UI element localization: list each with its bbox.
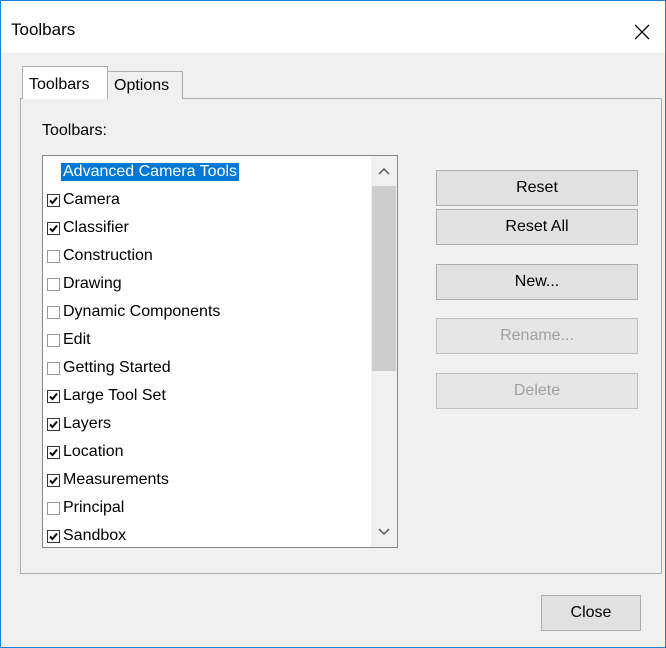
toolbars-list-label: Toolbars: (42, 122, 107, 139)
list-item-label: Sandbox (63, 527, 127, 544)
list-item[interactable]: Camera (43, 186, 370, 214)
list-item-label: Construction (63, 247, 153, 264)
reset-button[interactable]: Reset (436, 170, 638, 206)
tab-options[interactable]: Options (107, 71, 183, 99)
list-item-label: Layers (63, 415, 112, 432)
checkbox-checked-icon[interactable] (47, 389, 60, 403)
list-item-label: Camera (63, 191, 120, 208)
list-item-label: Principal (63, 499, 125, 516)
list-item[interactable]: Principal (43, 494, 370, 522)
list-item[interactable]: Drawing (43, 270, 370, 298)
new-button[interactable]: New... (436, 264, 638, 300)
list-item-label: Edit (63, 331, 91, 348)
checkbox-icon[interactable] (47, 501, 60, 515)
list-item-label: Location (63, 443, 124, 460)
scrollbar-thumb[interactable] (372, 186, 396, 371)
scroll-down-icon[interactable] (371, 519, 397, 545)
checkbox-checked-icon[interactable] (47, 445, 60, 459)
checkbox-icon[interactable] (47, 249, 60, 263)
checkbox-checked-icon[interactable] (47, 193, 60, 207)
list-item[interactable]: Large Tool Set (43, 382, 370, 410)
toolbars-list: Advanced Camera Tools Camera Classifier Con… (43, 158, 370, 547)
checkbox-icon[interactable] (47, 333, 60, 347)
toolbars-listbox[interactable]: Advanced Camera Tools Camera Classifier Con… (42, 155, 398, 548)
list-item[interactable]: Edit (43, 326, 370, 354)
list-item[interactable]: Dynamic Components (43, 298, 370, 326)
checkbox-icon[interactable] (47, 361, 60, 375)
list-item-label: Drawing (63, 275, 122, 292)
checkbox-checked-icon[interactable] (47, 529, 60, 543)
close-window-icon[interactable] (627, 17, 657, 47)
tab-toolbars[interactable]: Toolbars (22, 66, 108, 99)
list-item-label: Measurements (63, 471, 169, 488)
list-item-label: Classifier (63, 219, 129, 236)
checkbox-icon[interactable] (47, 277, 60, 291)
delete-button[interactable]: Delete (436, 373, 638, 409)
list-item[interactable]: Advanced Camera Tools (43, 158, 370, 186)
vertical-scrollbar[interactable] (371, 156, 397, 547)
rename-button[interactable]: Rename... (436, 318, 638, 354)
checkbox-icon[interactable] (47, 305, 60, 319)
list-item-label: Getting Started (63, 359, 171, 376)
reset-all-button[interactable]: Reset All (436, 209, 638, 245)
list-item-label: Dynamic Components (63, 303, 221, 320)
list-item[interactable]: Construction (43, 242, 370, 270)
list-item-label: Large Tool Set (63, 387, 166, 404)
window-title: Toolbars (11, 20, 76, 39)
checkbox-checked-icon[interactable] (47, 417, 60, 431)
list-item[interactable]: Layers (43, 410, 370, 438)
list-item-label: Advanced Camera Tools (61, 163, 240, 181)
list-item[interactable]: Getting Started (43, 354, 370, 382)
list-item[interactable]: Location (43, 438, 370, 466)
list-item[interactable]: Sandbox (43, 522, 370, 547)
checkbox-checked-icon[interactable] (47, 221, 60, 235)
checkbox-checked-icon[interactable] (47, 473, 60, 487)
list-item[interactable]: Measurements (43, 466, 370, 494)
checkbox-icon[interactable] (47, 165, 60, 179)
title-bar: Toolbars (1, 1, 665, 53)
close-button[interactable]: Close (541, 595, 641, 631)
scroll-up-icon[interactable] (371, 158, 397, 184)
list-item[interactable]: Classifier (43, 214, 370, 242)
